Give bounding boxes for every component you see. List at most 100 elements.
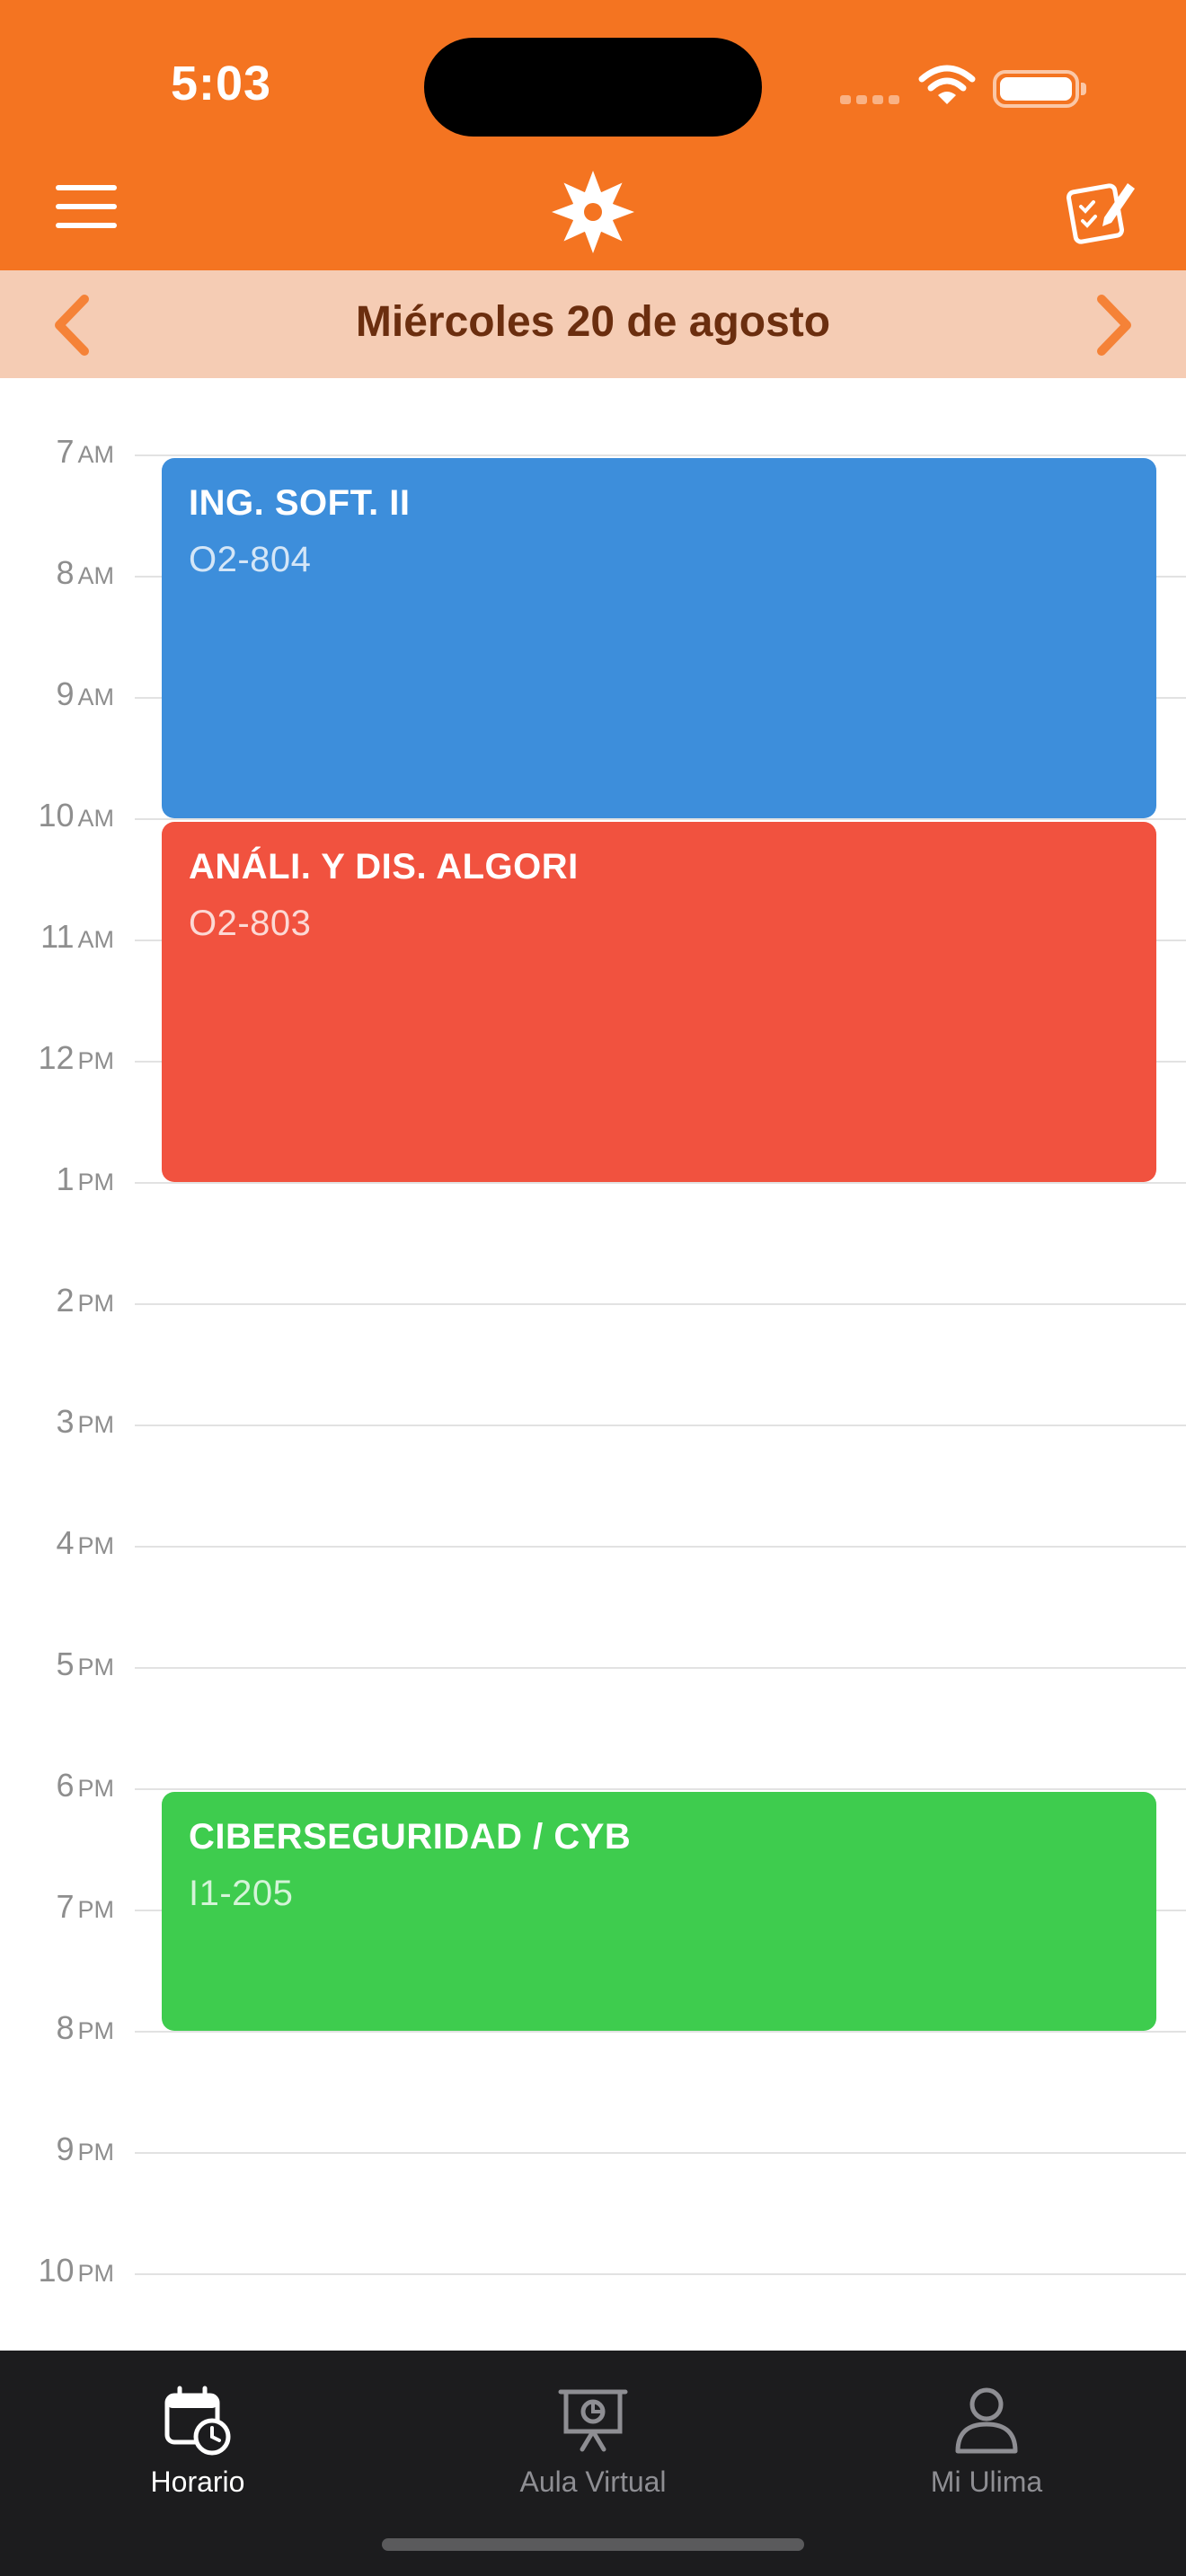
hour-label: 9 PM [56,2130,114,2168]
hour-gridline [135,1303,1186,1305]
current-date-label: Miércoles 20 de agosto [355,298,831,346]
hour-row: 7 AM [0,433,1186,470]
hour-label: 9 AM [56,675,114,713]
menu-icon[interactable] [56,180,117,234]
hour-row: 10 AM [0,797,1186,834]
hour-label: 5 PM [56,1645,114,1683]
hour-meridiem: PM [77,1169,115,1195]
event-room: O2-804 [189,540,312,579]
hour-number: 10 [38,2252,75,2289]
tab-aula-virtual[interactable]: Aula Virtual [458,2369,728,2503]
hour-number: 3 [56,1403,75,1440]
wifi-icon [918,65,976,104]
home-indicator [382,2538,804,2551]
hour-gridline [135,2273,1186,2275]
hour-meridiem: PM [77,1775,115,1802]
class-event-card[interactable]: ING. SOFT. II O2-804 [162,458,1156,818]
hour-meridiem: PM [77,1654,115,1681]
hour-label: 3 PM [56,1403,114,1441]
hour-number: 7 [56,433,75,470]
hour-row: 8 PM [0,2009,1186,2046]
hour-meridiem: AM [77,562,115,589]
hour-label: 2 PM [56,1282,114,1319]
hour-row: 2 PM [0,1282,1186,1319]
event-room: O2-803 [189,904,312,943]
tab-mi-ulima[interactable]: Mi Ulima [852,2369,1121,2503]
hour-meridiem: PM [77,1047,115,1074]
hour-meridiem: PM [77,1290,115,1317]
hour-row: 6 PM [0,1767,1186,1804]
person-icon [955,2387,1018,2454]
hour-row: 4 PM [0,1524,1186,1561]
hour-label: 10 AM [38,797,114,834]
hour-meridiem: AM [77,684,115,710]
event-title: CIBERSEGURIDAD / CYB [189,1817,632,1857]
ulima-logo-icon [552,171,634,253]
class-event-card[interactable]: ANÁLI. Y DIS. ALGORI O2-803 [162,822,1156,1182]
hour-meridiem: PM [77,2260,115,2287]
hour-gridline [135,1667,1186,1669]
hour-label: 11 AM [40,918,114,956]
hour-gridline [135,818,1186,820]
hour-meridiem: PM [77,2017,115,2044]
hour-gridline [135,2152,1186,2154]
hour-meridiem: PM [77,1411,115,1438]
hour-meridiem: PM [77,2139,115,2166]
tab-label-horario: Horario [150,2466,245,2498]
date-navigation-bar: Miércoles 20 de agosto [0,270,1186,378]
hour-gridline [135,1425,1186,1426]
hour-number: 7 [56,1888,75,1925]
hour-number: 6 [56,1767,75,1804]
hour-gridline [135,1788,1186,1790]
tab-label-aula-virtual: Aula Virtual [519,2466,667,2498]
hour-label: 7 AM [56,433,114,471]
battery-icon [993,70,1086,108]
hour-label: 7 PM [56,1888,114,1926]
tab-label-mi-ulima: Mi Ulima [930,2466,1043,2498]
hour-number: 5 [56,1645,75,1682]
hour-meridiem: PM [77,1532,115,1559]
event-title: ING. SOFT. II [189,483,411,523]
hour-label: 6 PM [56,1767,114,1804]
hour-label: 1 PM [56,1160,114,1198]
hour-number: 10 [38,797,75,834]
hour-gridline [135,1182,1186,1184]
calendar-clock-icon [164,2386,231,2456]
hour-label: 12 PM [38,1039,114,1077]
hour-meridiem: AM [77,805,115,832]
hour-number: 8 [56,554,75,591]
cellular-signal-icon [840,95,899,104]
hour-row: 1 PM [0,1160,1186,1197]
hour-gridline [135,454,1186,456]
hour-meridiem: AM [77,441,115,468]
schedule-timeline[interactable]: 7 AM 8 AM 9 AM 10 AM 11 AM 12 PM 1 PM 2 PM 3 PM 4 PM 5 PM 6 PM 7… [0,378,1186,2351]
hour-label: 8 PM [56,2009,114,2047]
tab-horario[interactable]: Horario [63,2369,332,2503]
hour-number: 11 [40,918,75,955]
hour-number: 1 [56,1160,75,1197]
class-event-card[interactable]: CIBERSEGURIDAD / CYB I1-205 [162,1792,1156,2031]
hour-meridiem: PM [77,1896,115,1923]
hour-number: 2 [56,1282,75,1319]
hour-label: 8 AM [56,554,114,592]
hour-row: 9 PM [0,2130,1186,2167]
status-time: 5:03 [171,57,272,110]
event-title: ANÁLI. Y DIS. ALGORI [189,847,579,887]
event-room: I1-205 [189,1874,294,1913]
next-day-chevron-icon[interactable] [1085,294,1139,357]
hour-number: 8 [56,2009,75,2046]
edit-checklist-icon[interactable] [1065,172,1137,244]
hour-meridiem: AM [77,926,115,953]
hour-gridline [135,1546,1186,1548]
hour-row: 10 PM [0,2252,1186,2289]
hour-row: 5 PM [0,1645,1186,1682]
presentation-board-icon [558,2389,628,2452]
hour-number: 9 [56,675,75,712]
hour-number: 4 [56,1524,75,1561]
hour-label: 10 PM [38,2252,114,2289]
dynamic-island [424,38,762,137]
hour-row: 3 PM [0,1403,1186,1440]
hour-label: 4 PM [56,1524,114,1562]
hour-gridline [135,2031,1186,2033]
hour-number: 12 [38,1039,75,1076]
